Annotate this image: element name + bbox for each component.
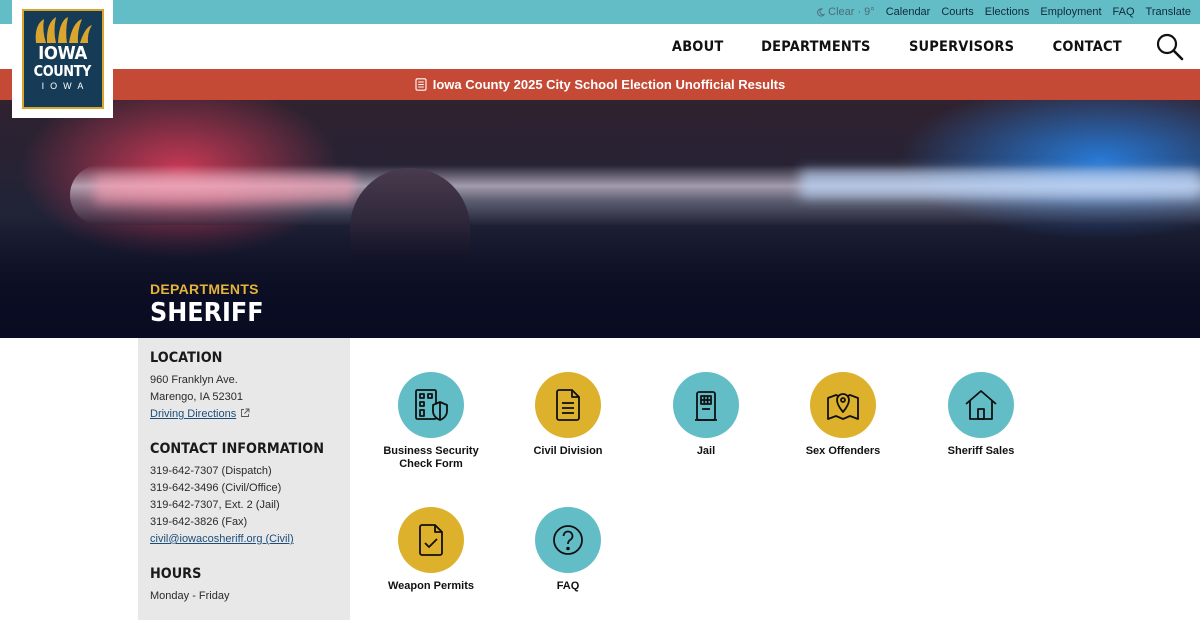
phone-dispatch: 319-642-7307 (Dispatch) [150, 465, 272, 477]
blue-light-glow [800, 170, 1200, 198]
hours-heading: HOURS [150, 566, 202, 582]
tile-faq[interactable]: FAQ [503, 507, 633, 593]
document-list-icon [415, 78, 427, 91]
hero-banner: DEPARTMENTS SHERIFF [0, 100, 1200, 338]
tile-label: Civil Division [533, 445, 603, 457]
nav-item-about[interactable]: ABOUT [672, 39, 723, 55]
building-shield-icon [415, 389, 448, 421]
info-sidebar: LOCATION 960 Franklyn Ave. Marengo, IA 5… [138, 338, 350, 620]
tile-label: Business Security Check Form [383, 445, 479, 470]
main-nav: ABOUT DEPARTMENTS SUPERVISORS CONTACT [0, 24, 1200, 69]
util-link-faq[interactable]: FAQ [1113, 6, 1135, 18]
question-icon [553, 525, 583, 555]
tile-weapon-permits[interactable]: Weapon Permits [366, 507, 496, 593]
address-line-2: Marengo, IA 52301 [150, 391, 243, 403]
county-logo: IOWA COUNTY IOWA [21, 9, 104, 109]
tile-label: Weapon Permits [388, 580, 474, 592]
tile-business-security-check-form[interactable]: Business Security Check Form [366, 372, 496, 471]
location-section: LOCATION 960 Franklyn Ave. Marengo, IA 5… [150, 350, 338, 423]
util-link-calendar[interactable]: Calendar [886, 6, 931, 18]
driving-directions-link[interactable]: Driving Directions [150, 408, 236, 420]
contact-section: CONTACT INFORMATION 319-642-7307 (Dispat… [150, 441, 338, 548]
weather-text: Clear · 9° [828, 6, 875, 18]
location-heading: LOCATION [150, 350, 223, 366]
logo-link[interactable]: IOWA COUNTY IOWA [12, 0, 113, 118]
weather-widget[interactable]: Clear · 9° [816, 6, 875, 18]
search-icon[interactable] [1155, 32, 1185, 62]
tile-circle [398, 372, 464, 438]
moon-icon [817, 7, 826, 16]
red-light-glow [95, 175, 355, 203]
logo-text-iowa-small: IOWA [41, 81, 90, 91]
nav-menu: ABOUT DEPARTMENTS SUPERVISORS CONTACT [670, 24, 1124, 69]
tile-sex-offenders[interactable]: Sex Offenders [778, 372, 908, 458]
address-line-1: 960 Franklyn Ave. [150, 374, 238, 386]
tile-circle [810, 372, 876, 438]
document-check-icon [419, 524, 443, 556]
map-pin-icon [827, 393, 859, 420]
tile-circle [673, 372, 739, 438]
alert-banner[interactable]: Iowa County 2025 City School Election Un… [0, 69, 1200, 100]
util-link-elections[interactable]: Elections [985, 6, 1030, 18]
fax-number: 319-642-3826 (Fax) [150, 516, 248, 528]
tile-label: Sheriff Sales [947, 445, 1015, 457]
utility-links: Clear · 9° Calendar Courts Elections Emp… [816, 0, 1191, 24]
tile-label: Jail [696, 445, 716, 457]
utility-bar: Clear · 9° Calendar Courts Elections Emp… [0, 0, 1200, 24]
breadcrumb[interactable]: DEPARTMENTS [150, 281, 259, 297]
page-title: SHERIFF [150, 298, 264, 328]
nav-item-departments[interactable]: DEPARTMENTS [761, 39, 871, 55]
tile-circle [535, 507, 601, 573]
wheat-fan-icon [35, 17, 92, 43]
tile-label: FAQ [556, 580, 580, 592]
tile-jail[interactable]: Jail [641, 372, 771, 458]
nav-item-contact[interactable]: CONTACT [1052, 39, 1121, 55]
phone-jail: 319-642-7307, Ext. 2 (Jail) [150, 499, 280, 511]
tile-circle [948, 372, 1014, 438]
util-link-translate[interactable]: Translate [1146, 6, 1191, 18]
util-link-employment[interactable]: Employment [1040, 6, 1101, 18]
logo-text-county: COUNTY [33, 62, 92, 80]
external-link-icon [241, 408, 250, 417]
alert-text: Iowa County 2025 City School Election Un… [432, 77, 786, 92]
tile-label: Sex Offenders [805, 445, 881, 457]
jail-door-icon [695, 391, 717, 421]
nav-item-supervisors[interactable]: SUPERVISORS [909, 39, 1014, 55]
phone-civil: 319-642-3496 (Civil/Office) [150, 482, 282, 494]
email-link[interactable]: civil@iowacosheriff.org (Civil) [150, 533, 294, 545]
contact-heading: CONTACT INFORMATION [150, 441, 324, 457]
tile-sheriff-sales[interactable]: Sheriff Sales [916, 372, 1046, 458]
hours-days: Monday - Friday [150, 590, 230, 602]
util-link-courts[interactable]: Courts [941, 6, 973, 18]
house-icon [965, 390, 997, 420]
hours-section: HOURS Monday - Friday [150, 566, 338, 605]
logo-text-iowa: IOWA [38, 43, 87, 64]
tile-circle [398, 507, 464, 573]
tile-circle [535, 372, 601, 438]
tile-civil-division[interactable]: Civil Division [503, 372, 633, 458]
document-icon [556, 389, 580, 421]
